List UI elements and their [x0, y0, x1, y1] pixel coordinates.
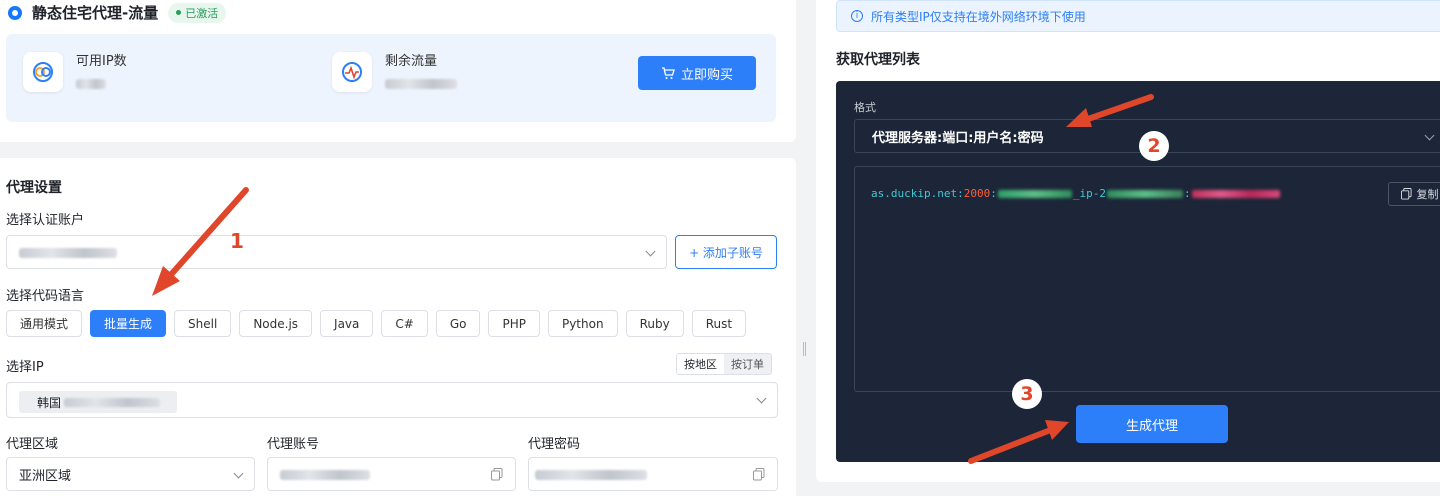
- lang-tab-go[interactable]: Go: [435, 310, 481, 337]
- cart-icon: [661, 67, 675, 79]
- stats-panel: 可用IP数 剩余流量 立即购买: [6, 34, 776, 122]
- generate-proxy-button[interactable]: 生成代理: [1076, 405, 1228, 443]
- proxy-host: as.duckip.net:: [871, 187, 964, 200]
- remaining-traffic-label: 剩余流量: [385, 54, 438, 69]
- lang-tab-shell[interactable]: Shell: [174, 310, 232, 337]
- lang-tab-csharp[interactable]: C#: [381, 310, 428, 337]
- location-pin-icon: [8, 5, 22, 20]
- copy-icon: [1400, 188, 1412, 200]
- ip-mode-order[interactable]: 按订单: [724, 354, 771, 374]
- chevron-down-icon: [756, 393, 767, 404]
- proxy-account-field[interactable]: [267, 457, 516, 491]
- proxy-account-value-redacted: [280, 470, 370, 480]
- proxy-password-field[interactable]: [528, 457, 778, 491]
- region-value: 亚洲区域: [19, 468, 72, 484]
- settings-title: 代理设置: [6, 180, 62, 196]
- proxy-port: 2000: [963, 187, 991, 200]
- step-2-label: 2: [1139, 131, 1169, 161]
- ip-tag[interactable]: 韩国: [19, 391, 177, 413]
- proxy-line: as.duckip.net: 2000 : _ip-2 :: [871, 187, 1281, 200]
- lang-tab-general[interactable]: 通用模式: [6, 310, 83, 337]
- select-ip-label: 选择IP: [6, 360, 44, 375]
- status-badge: 已激活: [168, 2, 227, 23]
- traffic-icon: [332, 52, 372, 92]
- region-select[interactable]: 亚洲区域: [6, 457, 255, 491]
- proxy-list-title: 获取代理列表: [836, 52, 920, 68]
- remaining-traffic-value-redacted: [385, 79, 457, 89]
- step-3-label: 3: [1012, 379, 1042, 409]
- available-ip-label: 可用IP数: [76, 54, 127, 69]
- lang-tab-nodejs[interactable]: Node.js: [239, 310, 313, 337]
- copy-label: 复制: [1416, 188, 1439, 201]
- auth-account-select[interactable]: [6, 235, 667, 269]
- copy-button[interactable]: 复制: [1388, 182, 1440, 206]
- chevron-down-icon: [233, 468, 244, 479]
- proxy-output-box[interactable]: as.duckip.net: 2000 : _ip-2 : 复制: [854, 166, 1440, 392]
- lang-tab-python[interactable]: Python: [547, 310, 618, 337]
- proxy-list-card: i 所有类型IP仅支持在境外网络环境下使用 获取代理列表 格式 代理服务器:端口…: [816, 0, 1440, 482]
- proxy-password-value-redacted: [535, 470, 647, 480]
- proxy-ip-redacted: [1106, 189, 1183, 198]
- status-text: 已激活: [185, 6, 219, 20]
- copy-icon[interactable]: [753, 468, 765, 481]
- proxy-separator: :: [990, 187, 997, 200]
- proxy-user-redacted: [997, 189, 1072, 198]
- code-language-label: 选择代码语言: [6, 289, 85, 304]
- ip-select[interactable]: 韩国: [6, 382, 778, 418]
- lang-tab-ruby[interactable]: Ruby: [625, 310, 684, 337]
- chevron-down-icon: [645, 246, 656, 257]
- ip-tag-value-redacted: [64, 397, 161, 407]
- buy-now-label: 立即购买: [680, 67, 733, 83]
- info-banner: i 所有类型IP仅支持在境外网络环境下使用: [836, 0, 1440, 32]
- product-card: 静态住宅代理-流量 已激活 可用IP数 剩余流量 立即购买: [0, 0, 796, 142]
- auth-account-value-redacted: [19, 248, 117, 258]
- proxy-separator: :: [1183, 187, 1191, 200]
- left-panel: 静态住宅代理-流量 已激活 可用IP数 剩余流量 立即购买 代理设置 选择认证账…: [0, 0, 796, 496]
- right-panel: i 所有类型IP仅支持在境外网络环境下使用 获取代理列表 格式 代理服务器:端口…: [816, 0, 1440, 496]
- info-icon: i: [851, 10, 863, 22]
- add-sub-account-button[interactable]: + 添加子账号: [675, 235, 777, 269]
- ip-mode-region[interactable]: 按地区: [677, 354, 724, 374]
- proxy-output-panel: 格式 代理服务器:端口:用户名:密码 as.duckip.net: 2000 :…: [836, 81, 1440, 462]
- region-label: 代理区域: [6, 437, 59, 452]
- step-1-label: 1: [230, 229, 244, 253]
- lang-tab-batch[interactable]: 批量生成: [90, 310, 167, 337]
- buy-now-button[interactable]: 立即购买: [638, 56, 756, 90]
- auth-account-label: 选择认证账户: [6, 213, 85, 228]
- proxy-settings-card: 代理设置 选择认证账户 + 添加子账号 选择代码语言 通用模式 批量生成 She…: [0, 158, 796, 496]
- info-text: 所有类型IP仅支持在境外网络环境下使用: [871, 9, 1086, 24]
- proxy-user-suffix: _ip-2: [1072, 187, 1106, 200]
- copy-icon[interactable]: [491, 468, 503, 481]
- product-header: 静态住宅代理-流量 已激活: [8, 2, 227, 23]
- ip-tag-country: 韩国: [37, 395, 62, 410]
- lang-tab-rust[interactable]: Rust: [691, 310, 747, 337]
- status-dot-icon: [176, 10, 182, 15]
- available-ip-value-redacted: [76, 79, 106, 89]
- format-label: 格式: [854, 101, 876, 114]
- ip-mode-toggle: 按地区 按订单: [676, 353, 772, 375]
- chevron-down-icon: [1424, 130, 1435, 141]
- product-title: 静态住宅代理-流量: [32, 4, 159, 22]
- ip-count-icon: [23, 52, 63, 92]
- language-tabs: 通用模式 批量生成 Shell Node.js Java C# Go PHP P…: [6, 310, 747, 337]
- lang-tab-php[interactable]: PHP: [488, 310, 540, 337]
- proxy-account-label: 代理账号: [267, 437, 320, 452]
- proxy-password-redacted: [1191, 189, 1280, 198]
- proxy-password-label: 代理密码: [528, 437, 581, 452]
- lang-tab-java[interactable]: Java: [320, 310, 374, 337]
- resize-handle[interactable]: [803, 342, 806, 356]
- format-value: 代理服务器:端口:用户名:密码: [872, 130, 1044, 146]
